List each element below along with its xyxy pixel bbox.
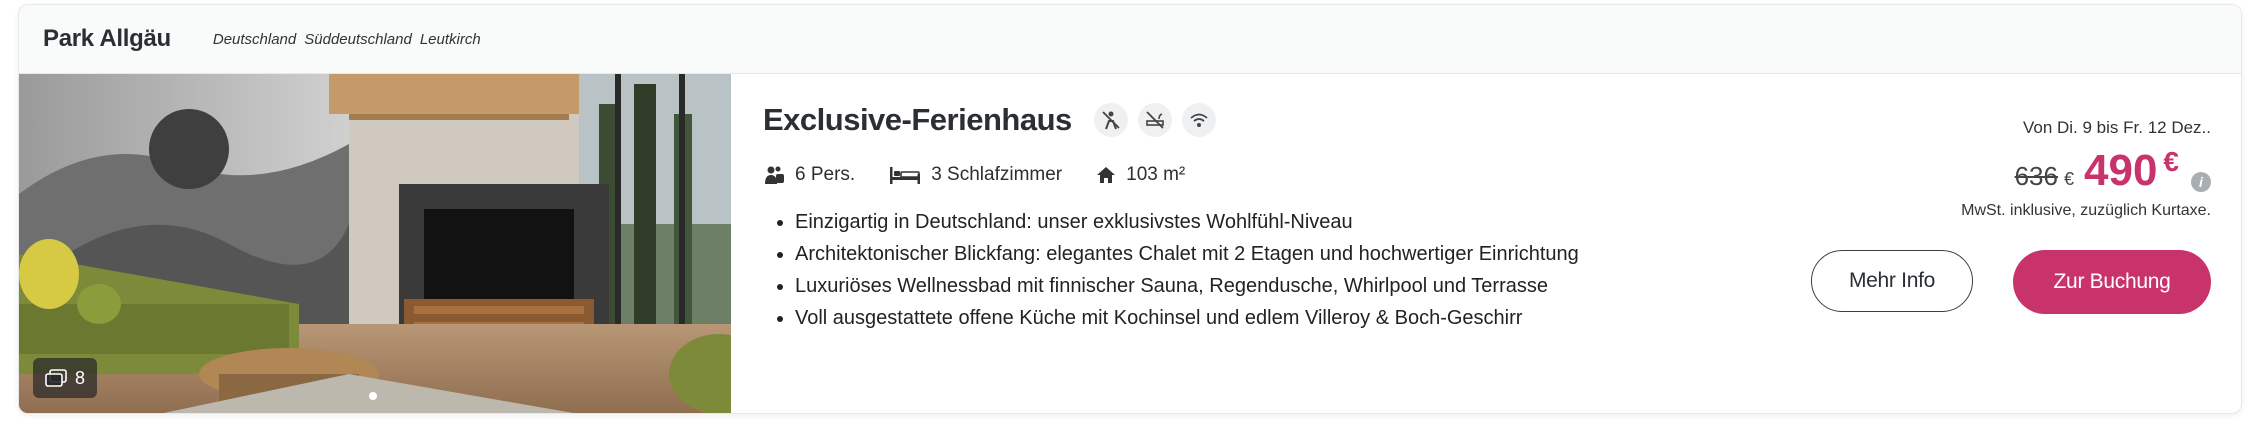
- new-price: 490: [2084, 146, 2158, 195]
- persons-icon: [765, 166, 784, 184]
- amenity-icons: [1093, 103, 1216, 137]
- feature-item: Luxuriöses Wellnessbad mit finnischer Sa…: [795, 274, 1623, 298]
- feature-item: Architektonischer Blickfang: elegantes C…: [795, 242, 1623, 266]
- carousel-dot[interactable]: [369, 392, 377, 400]
- listing-facts: 6 Pers. 3 Schlafzimmer 103 m²: [763, 164, 1623, 186]
- wifi-icon[interactable]: [1181, 103, 1216, 137]
- fact-persons: 6 Pers.: [763, 164, 855, 186]
- feature-item: Voll ausgestattete offene Küche mit Koch…: [795, 306, 1623, 330]
- more-info-button[interactable]: Mehr Info: [1811, 250, 1973, 312]
- fact-bedrooms: 3 Schlafzimmer: [889, 164, 1062, 186]
- breadcrumb: Deutschland Süddeutschland Leutkirch: [213, 31, 481, 48]
- listing-title[interactable]: Exclusive-Ferienhaus: [763, 102, 1072, 138]
- fact-bedrooms-label: 3 Schlafzimmer: [931, 164, 1063, 185]
- feature-list: Einzigartig in Deutschland: unser exklus…: [763, 210, 1623, 330]
- gallery-stack-icon: [45, 369, 67, 387]
- old-price-currency: €: [2063, 169, 2074, 189]
- card-header: Park Allgäu Deutschland Süddeutschland L…: [19, 5, 2241, 74]
- price-info-icon[interactable]: i: [2191, 172, 2211, 192]
- new-price-currency: €: [2163, 146, 2179, 177]
- breadcrumb-country[interactable]: Deutschland: [213, 31, 296, 48]
- stay-dates: Von Di. 9 bis Fr. 12 Dez..: [2022, 118, 2211, 137]
- old-price: 636: [2014, 161, 2058, 191]
- no-pets-icon[interactable]: [1093, 103, 1128, 137]
- no-smoking-icon[interactable]: [1137, 103, 1172, 137]
- feature-item: Einzigartig in Deutschland: unser exklus…: [795, 210, 1623, 234]
- price-line: 636 € 490 € i: [1811, 146, 2211, 196]
- fact-persons-label: 6 Pers.: [795, 164, 856, 185]
- price-box: Von Di. 9 bis Fr. 12 Dez.. 636 € 490 € i…: [1811, 118, 2211, 314]
- carousel-dots: [369, 392, 377, 400]
- interior-photo: [19, 74, 731, 413]
- listing-photo[interactable]: 8: [19, 74, 731, 413]
- breadcrumb-region[interactable]: Süddeutschland: [304, 31, 412, 48]
- park-name[interactable]: Park Allgäu: [43, 25, 171, 53]
- bed-icon: [890, 167, 921, 184]
- action-buttons: Mehr Info Zur Buchung: [1811, 250, 2211, 314]
- photo-count-badge[interactable]: 8: [33, 358, 98, 398]
- fact-area-label: 103 m²: [1126, 164, 1186, 185]
- photo-count: 8: [75, 367, 86, 388]
- house-icon: [1097, 167, 1116, 183]
- breadcrumb-city[interactable]: Leutkirch: [420, 31, 481, 48]
- listing-card: Park Allgäu Deutschland Süddeutschland L…: [18, 4, 2242, 414]
- book-button[interactable]: Zur Buchung: [2013, 250, 2211, 314]
- fact-area: 103 m²: [1096, 164, 1185, 186]
- tax-note: MwSt. inklusive, zuzüglich Kurtaxe.: [1961, 202, 2211, 219]
- listing-info: Exclusive-Ferienhaus 6 Pers. 3 Schlafzim…: [763, 102, 1623, 338]
